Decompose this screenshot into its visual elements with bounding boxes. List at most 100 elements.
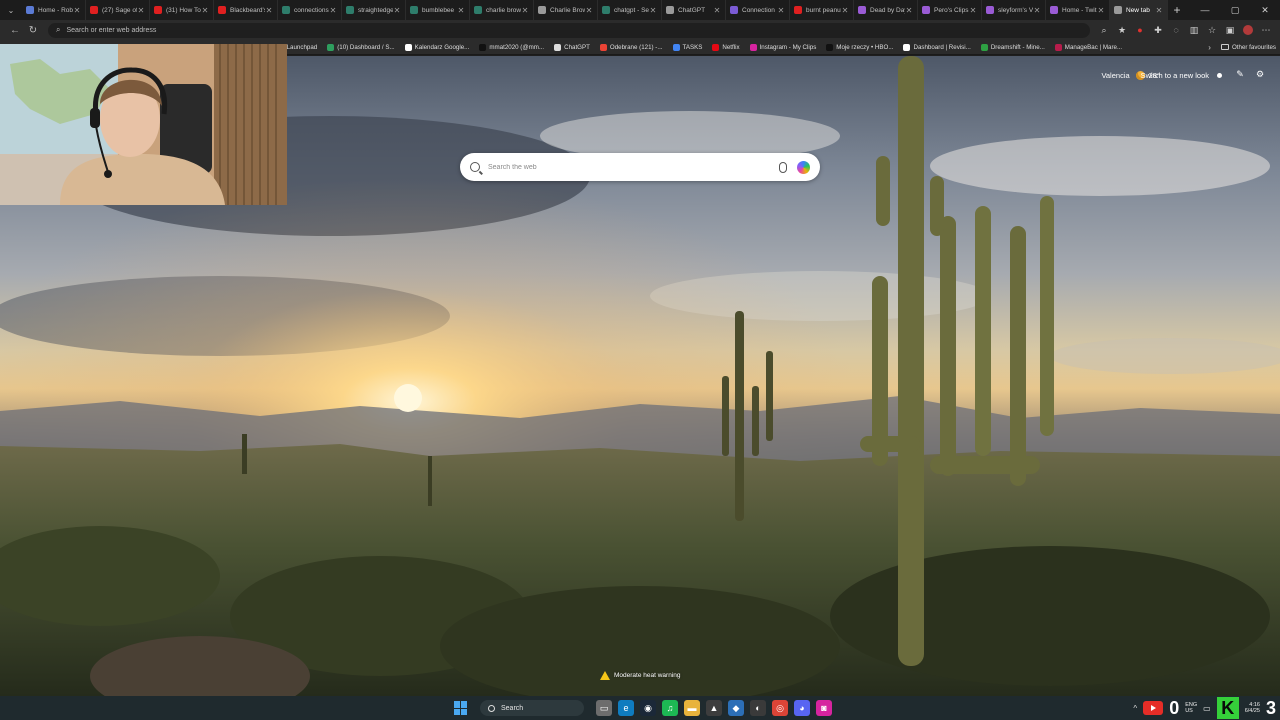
bookmark-item[interactable]: ManageBac | Mare... [1054, 43, 1122, 51]
heat-warning-banner[interactable]: Moderate heat warning [600, 671, 681, 680]
bookmark-item[interactable]: Moje rzeczy • HBO... [826, 43, 893, 51]
bookmark-item[interactable]: Instagram - My Clips [749, 43, 817, 51]
back-icon[interactable]: ← [6, 21, 24, 39]
split-screen-icon[interactable]: ▥ [1186, 22, 1202, 38]
tab-close-icon[interactable]: ✕ [777, 6, 785, 15]
browser-tab[interactable]: Home - Twit ✕ [1046, 0, 1110, 20]
tab-actions-menu-icon[interactable]: ⌄ [0, 0, 22, 20]
web-search-box[interactable] [460, 153, 820, 181]
bookmark-item[interactable]: Kalendarz Google... [404, 43, 469, 51]
bookmarks-overflow-icon[interactable]: › [1208, 43, 1211, 52]
browser-tab[interactable]: Charlie Brow ✕ [534, 0, 598, 20]
tab-close-icon[interactable]: ✕ [265, 6, 273, 15]
tab-close-icon[interactable]: ✕ [457, 6, 465, 15]
tab-close-icon[interactable]: ✕ [1097, 6, 1105, 15]
tab-close-icon[interactable]: ✕ [201, 6, 209, 15]
tab-label: Connection [742, 6, 775, 14]
address-input[interactable]: ⌕ Search or enter web address [48, 22, 1090, 38]
tab-close-icon[interactable]: ✕ [841, 6, 849, 15]
bookmark-item[interactable]: mmat2020 (@mm... [479, 43, 544, 51]
youtube-tray-icon[interactable] [1143, 701, 1164, 715]
kick-logo-icon: K [1216, 697, 1239, 719]
browser-tab[interactable]: (27) Sage of ✕ [86, 0, 150, 20]
launcher-icon[interactable]: ◐ [750, 700, 766, 716]
favorites-icon[interactable]: ☆ [1204, 22, 1220, 38]
copilot-icon[interactable] [797, 160, 810, 174]
switch-look-toggle[interactable]: Switch to a new look [1141, 71, 1222, 80]
microphone-icon[interactable] [779, 161, 787, 173]
edge-icon[interactable]: e [618, 700, 634, 716]
browser-tab[interactable]: straightedge ✕ [342, 0, 406, 20]
refresh-extension-icon[interactable]: ◌ [1168, 22, 1184, 38]
bookmark-item[interactable]: ChatGPT [554, 43, 590, 51]
clock[interactable]: 4:16 6/4/25 [1245, 702, 1260, 714]
refresh-icon[interactable]: ↻ [24, 21, 42, 39]
browser-tab[interactable]: bumblebee ✕ [406, 0, 470, 20]
browser-tab[interactable]: sleyform's V ✕ [982, 0, 1046, 20]
language-indicator[interactable]: ENG US [1185, 702, 1197, 714]
bookmark-item[interactable]: (10) Dashboard / S... [327, 43, 395, 51]
tab-close-icon[interactable]: ✕ [1033, 6, 1041, 15]
extensions-icon[interactable]: ✚ [1150, 22, 1166, 38]
discord-icon[interactable]: ◕ [794, 700, 810, 716]
other-favourites-folder[interactable]: Other favourites [1220, 44, 1276, 51]
steam-icon[interactable]: ◉ [640, 700, 656, 716]
browser-tab[interactable]: (31) How To ✕ [150, 0, 214, 20]
bookmark-item[interactable]: Dreamshift - Mine... [980, 43, 1045, 51]
profile-avatar[interactable] [1240, 22, 1256, 38]
heat-warning-text: Moderate heat warning [614, 672, 681, 679]
tab-close-icon[interactable]: ✕ [585, 6, 593, 15]
bookmark-item[interactable]: Odebrane (121) -... [599, 43, 663, 51]
app-icon[interactable]: ◆ [728, 700, 744, 716]
bookmark-label: Instagram - My Clips [759, 43, 817, 51]
browser-tab[interactable]: Connection ✕ [726, 0, 790, 20]
close-window-icon[interactable]: ✕ [1250, 0, 1280, 20]
file-explorer-icon[interactable]: ▭ [596, 700, 612, 716]
extension-shield-icon[interactable]: ● [1132, 22, 1148, 38]
browser-tab[interactable]: Pero's Clips ✕ [918, 0, 982, 20]
tab-strip: ⌄ Home - Rob ✕ (27) Sage of ✕ (31) How To ✕ Bl… [0, 0, 1280, 20]
network-icon[interactable]: ▭ [1203, 704, 1211, 713]
bookmark-item[interactable]: Netflix [712, 43, 740, 51]
tab-close-icon[interactable]: ✕ [73, 6, 81, 15]
new-tab-button[interactable]: + [1168, 0, 1186, 20]
web-search-input[interactable] [488, 163, 779, 171]
chrome-icon[interactable]: ◎ [772, 700, 788, 716]
windows-start-icon[interactable] [454, 701, 468, 715]
more-menu-icon[interactable]: ⋯ [1258, 22, 1274, 38]
browser-tab[interactable]: chatgpt - Se ✕ [598, 0, 662, 20]
minimize-icon[interactable]: — [1190, 0, 1220, 20]
browser-tab[interactable]: burnt peanut ✕ [790, 0, 854, 20]
taskbar-search[interactable]: Search [480, 700, 584, 716]
tab-close-icon[interactable]: ✕ [1155, 6, 1163, 15]
browser-tab[interactable]: ChatGPT ✕ [662, 0, 726, 20]
instagram-icon[interactable]: ◙ [816, 700, 832, 716]
tab-label: ChatGPT [678, 6, 706, 14]
favorite-star-icon[interactable]: ★ [1114, 22, 1130, 38]
tab-close-icon[interactable]: ✕ [329, 6, 337, 15]
collections-icon[interactable]: ▣ [1222, 22, 1238, 38]
tab-close-icon[interactable]: ✕ [137, 6, 145, 15]
edit-pencil-icon[interactable]: ✎ [1234, 68, 1246, 80]
tab-close-icon[interactable]: ✕ [649, 6, 657, 15]
browser-tab[interactable]: New tab ✕ [1110, 0, 1168, 20]
zoom-icon[interactable]: ⌕ [1096, 22, 1112, 38]
tab-close-icon[interactable]: ✕ [713, 6, 721, 15]
settings-gear-icon[interactable]: ⚙ [1254, 68, 1266, 80]
tab-close-icon[interactable]: ✕ [521, 6, 529, 15]
browser-tab[interactable]: Dead by Day ✕ [854, 0, 918, 20]
spotify-icon[interactable]: ♫ [662, 700, 678, 716]
browser-tab[interactable]: Home - Rob ✕ [22, 0, 86, 20]
browser-tab[interactable]: connections ✕ [278, 0, 342, 20]
tab-close-icon[interactable]: ✕ [393, 6, 401, 15]
tab-close-icon[interactable]: ✕ [969, 6, 977, 15]
bookmark-item[interactable]: Dashboard | Revisi... [903, 43, 971, 51]
tray-overflow-icon[interactable]: ^ [1133, 704, 1137, 713]
browser-tab[interactable]: Blackbeard's ✕ [214, 0, 278, 20]
bookmark-item[interactable]: TASKS [672, 43, 702, 51]
vpn-icon[interactable]: ▲ [706, 700, 722, 716]
folder-icon[interactable]: ▬ [684, 700, 700, 716]
maximize-icon[interactable]: ▢ [1220, 0, 1250, 20]
browser-tab[interactable]: charlie brow ✕ [470, 0, 534, 20]
tab-close-icon[interactable]: ✕ [905, 6, 913, 15]
